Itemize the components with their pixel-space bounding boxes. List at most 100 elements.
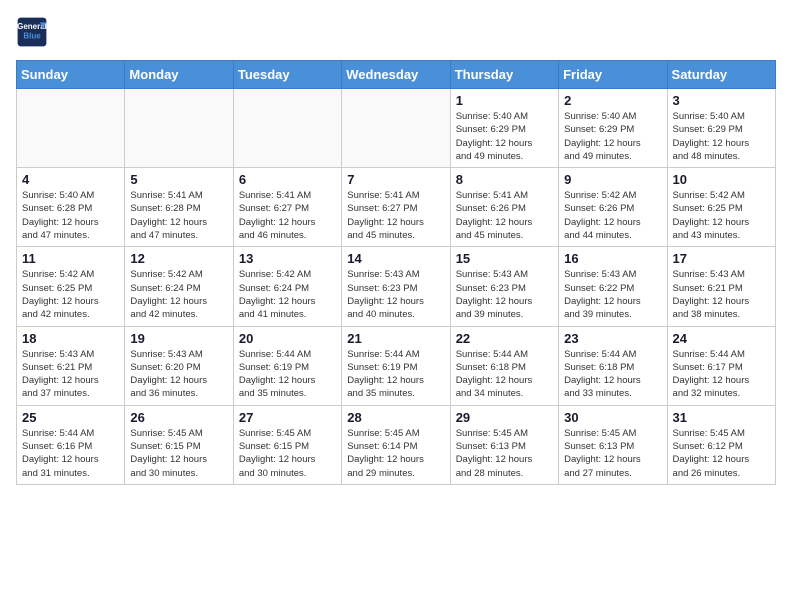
day-number: 6 [239,172,336,187]
day-info: Sunrise: 5:43 AM Sunset: 6:21 PM Dayligh… [673,268,770,321]
day-number: 11 [22,251,119,266]
calendar-cell: 24 Sunrise: 5:44 AM Sunset: 6:17 PM Dayli… [667,326,775,405]
calendar-cell: 4 Sunrise: 5:40 AM Sunset: 6:28 PM Daylig… [17,168,125,247]
calendar-cell: 15Sunrise: 5:43 AM Sunset: 6:23 PM Dayli… [450,247,558,326]
day-number: 9 [564,172,661,187]
day-info: Sunrise: 5:43 AM Sunset: 6:20 PM Dayligh… [130,348,227,401]
calendar-cell: 29 Sunrise: 5:45 AM Sunset: 6:13 PM Dayli… [450,405,558,484]
day-number: 21 [347,331,444,346]
day-info: Sunrise: 5:44 AM Sunset: 6:16 PM Dayligh… [22,427,119,480]
day-number: 7 [347,172,444,187]
calendar-cell: 13 Sunrise: 5:42 AM Sunset: 6:24 PM Dayli… [233,247,341,326]
weekday-header-monday: Monday [125,61,233,89]
day-number: 30 [564,410,661,425]
day-number: 2 [564,93,661,108]
weekday-header-wednesday: Wednesday [342,61,450,89]
calendar-cell: 26 Sunrise: 5:45 AM Sunset: 6:15 PM Dayli… [125,405,233,484]
day-number: 5 [130,172,227,187]
day-number: 1 [456,93,553,108]
day-number: 20 [239,331,336,346]
day-info: Sunrise: 5:44 AM Sunset: 6:18 PM Dayligh… [456,348,553,401]
calendar-cell: 28 Sunrise: 5:45 AM Sunset: 6:14 PM Dayli… [342,405,450,484]
calendar-cell: 22 Sunrise: 5:44 AM Sunset: 6:18 PM Dayli… [450,326,558,405]
weekday-header-friday: Friday [559,61,667,89]
day-number: 23 [564,331,661,346]
calendar-cell: 12 Sunrise: 5:42 AM Sunset: 6:24 PM Dayli… [125,247,233,326]
calendar-cell: 31Sunrise: 5:45 AM Sunset: 6:12 PM Dayli… [667,405,775,484]
weekday-header-sunday: Sunday [17,61,125,89]
day-info: Sunrise: 5:41 AM Sunset: 6:26 PM Dayligh… [456,189,553,242]
day-number: 31 [673,410,770,425]
day-info: Sunrise: 5:42 AM Sunset: 6:26 PM Dayligh… [564,189,661,242]
day-info: Sunrise: 5:42 AM Sunset: 6:24 PM Dayligh… [239,268,336,321]
logo: General Blue [16,16,52,48]
calendar-cell: 18Sunrise: 5:43 AM Sunset: 6:21 PM Dayli… [17,326,125,405]
day-number: 26 [130,410,227,425]
day-info: Sunrise: 5:41 AM Sunset: 6:27 PM Dayligh… [347,189,444,242]
calendar-cell: 30 Sunrise: 5:45 AM Sunset: 6:13 PM Dayli… [559,405,667,484]
calendar-cell [125,89,233,168]
day-number: 19 [130,331,227,346]
svg-text:Blue: Blue [23,31,41,40]
day-info: Sunrise: 5:44 AM Sunset: 6:18 PM Dayligh… [564,348,661,401]
day-info: Sunrise: 5:42 AM Sunset: 6:25 PM Dayligh… [22,268,119,321]
calendar-week-4: 18Sunrise: 5:43 AM Sunset: 6:21 PM Dayli… [17,326,776,405]
day-info: Sunrise: 5:41 AM Sunset: 6:28 PM Dayligh… [130,189,227,242]
day-info: Sunrise: 5:42 AM Sunset: 6:24 PM Dayligh… [130,268,227,321]
weekday-header-tuesday: Tuesday [233,61,341,89]
header: General Blue [16,16,776,48]
day-info: Sunrise: 5:43 AM Sunset: 6:23 PM Dayligh… [456,268,553,321]
day-number: 13 [239,251,336,266]
day-number: 27 [239,410,336,425]
day-info: Sunrise: 5:45 AM Sunset: 6:13 PM Dayligh… [564,427,661,480]
day-number: 3 [673,93,770,108]
weekday-header-thursday: Thursday [450,61,558,89]
day-info: Sunrise: 5:45 AM Sunset: 6:13 PM Dayligh… [456,427,553,480]
calendar-cell: 5 Sunrise: 5:41 AM Sunset: 6:28 PM Daylig… [125,168,233,247]
calendar-cell: 25Sunrise: 5:44 AM Sunset: 6:16 PM Dayli… [17,405,125,484]
day-info: Sunrise: 5:43 AM Sunset: 6:23 PM Dayligh… [347,268,444,321]
day-number: 29 [456,410,553,425]
calendar-week-5: 25Sunrise: 5:44 AM Sunset: 6:16 PM Dayli… [17,405,776,484]
day-number: 22 [456,331,553,346]
day-info: Sunrise: 5:44 AM Sunset: 6:19 PM Dayligh… [239,348,336,401]
calendar-cell: 10 Sunrise: 5:42 AM Sunset: 6:25 PM Dayli… [667,168,775,247]
day-info: Sunrise: 5:42 AM Sunset: 6:25 PM Dayligh… [673,189,770,242]
calendar-cell: 17Sunrise: 5:43 AM Sunset: 6:21 PM Dayli… [667,247,775,326]
calendar-cell [342,89,450,168]
day-number: 28 [347,410,444,425]
weekday-header-row: SundayMondayTuesdayWednesdayThursdayFrid… [17,61,776,89]
calendar-cell: 14Sunrise: 5:43 AM Sunset: 6:23 PM Dayli… [342,247,450,326]
calendar-cell [17,89,125,168]
day-info: Sunrise: 5:43 AM Sunset: 6:22 PM Dayligh… [564,268,661,321]
calendar-table: SundayMondayTuesdayWednesdayThursdayFrid… [16,60,776,485]
calendar-cell: 23 Sunrise: 5:44 AM Sunset: 6:18 PM Dayli… [559,326,667,405]
day-info: Sunrise: 5:44 AM Sunset: 6:17 PM Dayligh… [673,348,770,401]
calendar-cell: 16 Sunrise: 5:43 AM Sunset: 6:22 PM Dayli… [559,247,667,326]
day-number: 16 [564,251,661,266]
day-info: Sunrise: 5:45 AM Sunset: 6:14 PM Dayligh… [347,427,444,480]
calendar-cell: 1 Sunrise: 5:40 AM Sunset: 6:29 PM Daylig… [450,89,558,168]
calendar-cell: 8 Sunrise: 5:41 AM Sunset: 6:26 PM Daylig… [450,168,558,247]
day-number: 8 [456,172,553,187]
calendar-cell: 21 Sunrise: 5:44 AM Sunset: 6:19 PM Dayli… [342,326,450,405]
calendar-week-2: 4 Sunrise: 5:40 AM Sunset: 6:28 PM Daylig… [17,168,776,247]
calendar-week-1: 1 Sunrise: 5:40 AM Sunset: 6:29 PM Daylig… [17,89,776,168]
calendar-cell [233,89,341,168]
calendar-cell: 7 Sunrise: 5:41 AM Sunset: 6:27 PM Daylig… [342,168,450,247]
calendar-cell: 19 Sunrise: 5:43 AM Sunset: 6:20 PM Dayli… [125,326,233,405]
weekday-header-saturday: Saturday [667,61,775,89]
day-number: 24 [673,331,770,346]
calendar-cell: 20 Sunrise: 5:44 AM Sunset: 6:19 PM Dayli… [233,326,341,405]
day-number: 4 [22,172,119,187]
day-info: Sunrise: 5:40 AM Sunset: 6:29 PM Dayligh… [456,110,553,163]
calendar-cell: 3Sunrise: 5:40 AM Sunset: 6:29 PM Daylig… [667,89,775,168]
day-number: 10 [673,172,770,187]
day-info: Sunrise: 5:45 AM Sunset: 6:15 PM Dayligh… [239,427,336,480]
day-info: Sunrise: 5:40 AM Sunset: 6:28 PM Dayligh… [22,189,119,242]
day-number: 12 [130,251,227,266]
day-number: 18 [22,331,119,346]
calendar-cell: 9 Sunrise: 5:42 AM Sunset: 6:26 PM Daylig… [559,168,667,247]
day-info: Sunrise: 5:44 AM Sunset: 6:19 PM Dayligh… [347,348,444,401]
day-info: Sunrise: 5:45 AM Sunset: 6:15 PM Dayligh… [130,427,227,480]
